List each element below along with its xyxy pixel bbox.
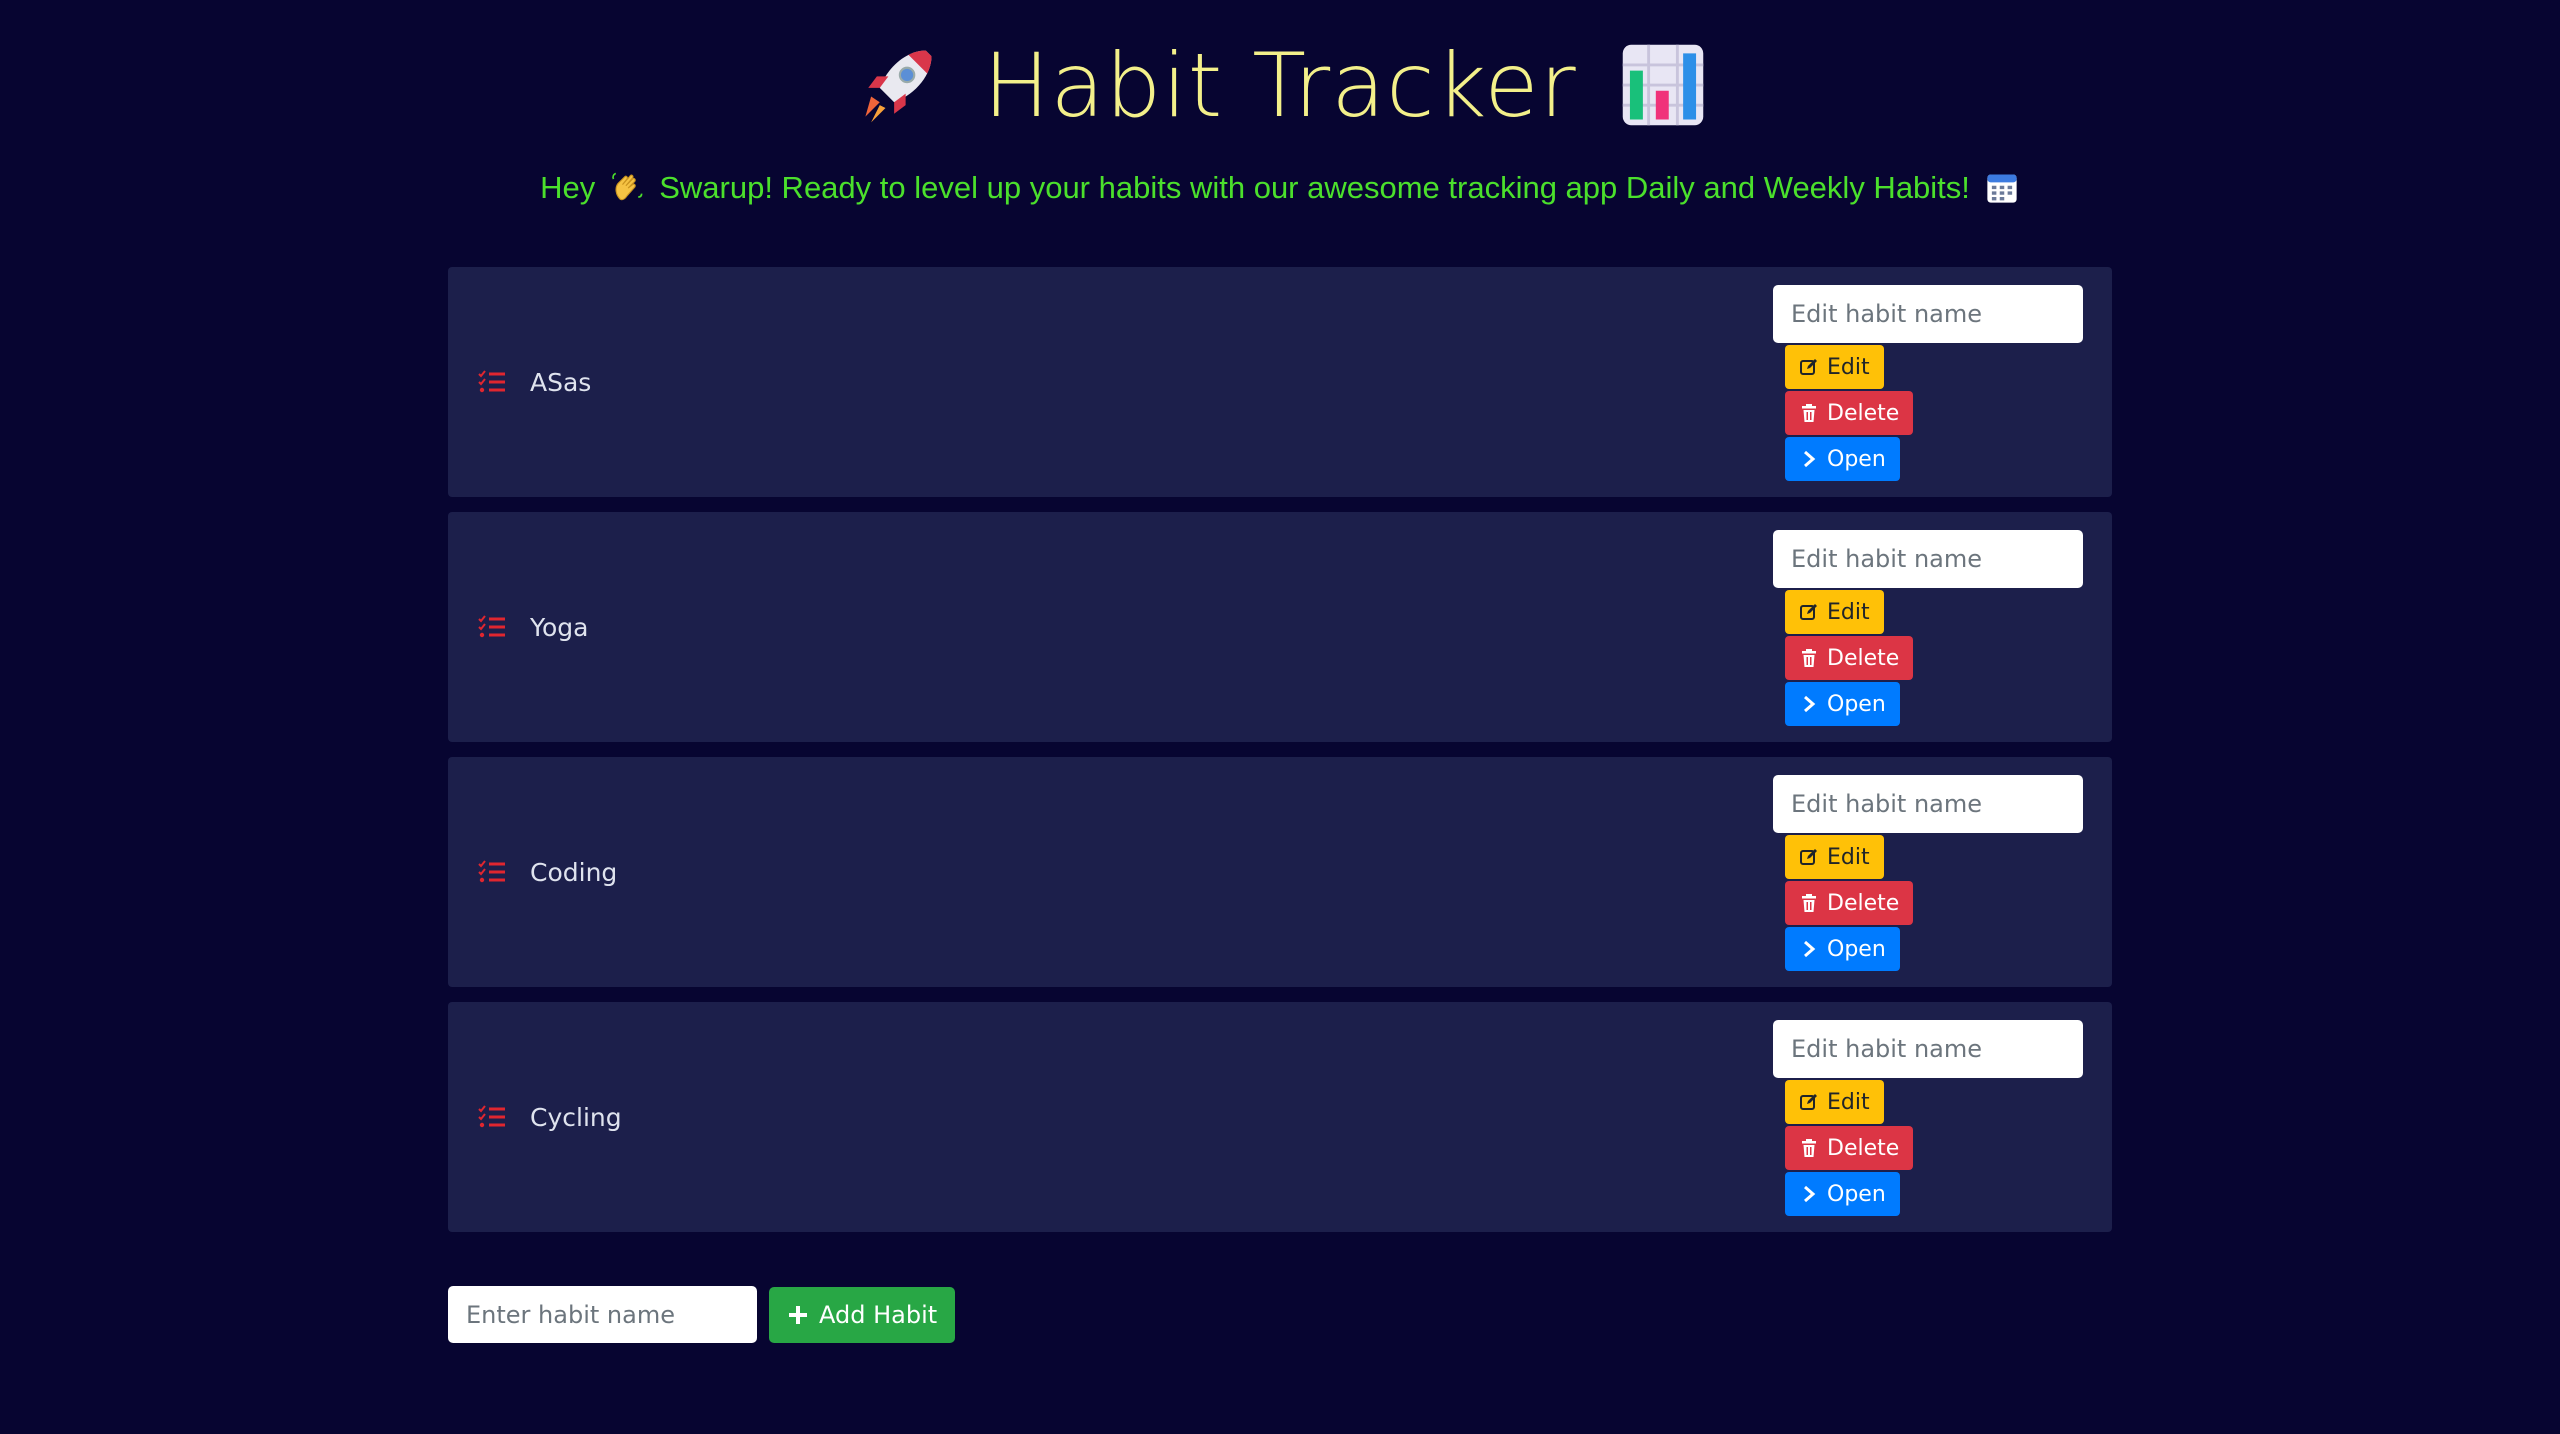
open-button-label: Open bbox=[1827, 936, 1886, 962]
habit-card: Yoga Edit Delete Open bbox=[448, 512, 2112, 742]
trash-icon bbox=[1802, 1139, 1816, 1157]
trash-icon bbox=[1802, 894, 1816, 912]
habit-action-buttons: Edit Delete Open bbox=[1785, 1080, 2083, 1216]
habit-actions: Edit Delete Open bbox=[1773, 775, 2083, 971]
habit-actions: Edit Delete Open bbox=[1773, 1020, 2083, 1216]
delete-button-label: Delete bbox=[1827, 400, 1900, 426]
edit-habit-input[interactable] bbox=[1773, 530, 2083, 588]
add-habit-form: Add Habit bbox=[448, 1286, 956, 1343]
edit-habit-input[interactable] bbox=[1773, 775, 2083, 833]
trash-icon bbox=[1802, 404, 1816, 422]
open-button[interactable]: Open bbox=[1785, 682, 1900, 726]
waving-hand-icon bbox=[612, 172, 643, 201]
habit-info: Yoga bbox=[478, 512, 588, 742]
delete-button[interactable]: Delete bbox=[1785, 391, 1914, 435]
delete-button-label: Delete bbox=[1827, 645, 1900, 671]
edit-icon bbox=[1800, 1094, 1817, 1110]
page-header: Habit Tracker bbox=[0, 30, 2560, 140]
habit-card: ASas Edit Delete Open bbox=[448, 267, 2112, 497]
habit-tracker-page: Habit Tracker Hey Swarup! Ready to level… bbox=[0, 0, 2560, 1434]
welcome-text-body: Swarup! Ready to level up your habits wi… bbox=[659, 170, 1970, 205]
habit-card: Coding Edit Delete Open bbox=[448, 757, 2112, 987]
list-check-icon bbox=[478, 860, 505, 883]
chevron-right-icon bbox=[1804, 1185, 1816, 1203]
habit-name: Yoga bbox=[530, 612, 589, 642]
bar-chart-icon bbox=[1622, 44, 1703, 126]
page-title: Habit Tracker bbox=[983, 33, 1577, 137]
edit-habit-input[interactable] bbox=[1773, 1020, 2083, 1078]
plus-icon bbox=[789, 1305, 807, 1324]
delete-button-label: Delete bbox=[1827, 890, 1900, 916]
edit-button-label: Edit bbox=[1827, 599, 1870, 625]
open-button-label: Open bbox=[1827, 1181, 1886, 1207]
habit-action-buttons: Edit Delete Open bbox=[1785, 345, 2083, 481]
delete-button[interactable]: Delete bbox=[1785, 636, 1914, 680]
habit-list: ASas Edit Delete Open bbox=[448, 267, 2112, 1232]
list-check-icon bbox=[478, 1105, 505, 1128]
habit-action-buttons: Edit Delete Open bbox=[1785, 590, 2083, 726]
habit-card: Cycling Edit Delete Open bbox=[448, 1002, 2112, 1232]
edit-button-label: Edit bbox=[1827, 1089, 1870, 1115]
edit-habit-input[interactable] bbox=[1773, 285, 2083, 343]
edit-button-label: Edit bbox=[1827, 354, 1870, 380]
add-habit-button[interactable]: Add Habit bbox=[769, 1286, 956, 1343]
open-button-label: Open bbox=[1827, 446, 1886, 472]
welcome-message: Hey Swarup! Ready to level up your habit… bbox=[0, 170, 2560, 206]
list-check-icon bbox=[478, 615, 505, 638]
chevron-right-icon bbox=[1804, 695, 1816, 713]
edit-button[interactable]: Edit bbox=[1785, 1080, 1884, 1124]
habit-actions: Edit Delete Open bbox=[1773, 530, 2083, 726]
edit-button[interactable]: Edit bbox=[1785, 590, 1884, 634]
edit-button[interactable]: Edit bbox=[1785, 835, 1884, 879]
open-button[interactable]: Open bbox=[1785, 437, 1900, 481]
edit-icon bbox=[1800, 604, 1817, 620]
habit-actions: Edit Delete Open bbox=[1773, 285, 2083, 481]
habit-name: ASas bbox=[530, 367, 592, 397]
edit-icon bbox=[1800, 359, 1817, 375]
delete-button-label: Delete bbox=[1827, 1135, 1900, 1161]
habit-info: Cycling bbox=[478, 1002, 622, 1232]
delete-button[interactable]: Delete bbox=[1785, 881, 1914, 925]
trash-icon bbox=[1802, 649, 1816, 667]
calendar-icon bbox=[1987, 174, 2017, 203]
add-habit-button-label: Add Habit bbox=[819, 1300, 938, 1329]
chevron-right-icon bbox=[1804, 450, 1816, 468]
edit-button[interactable]: Edit bbox=[1785, 345, 1884, 389]
welcome-text-greeting: Hey bbox=[540, 170, 596, 205]
delete-button[interactable]: Delete bbox=[1785, 1126, 1914, 1170]
open-button[interactable]: Open bbox=[1785, 1172, 1900, 1216]
habit-name: Coding bbox=[530, 857, 618, 887]
open-button-label: Open bbox=[1827, 691, 1886, 717]
edit-icon bbox=[1800, 849, 1817, 865]
list-check-icon bbox=[478, 370, 505, 393]
new-habit-input[interactable] bbox=[448, 1286, 757, 1343]
rocket-icon bbox=[865, 50, 932, 123]
open-button[interactable]: Open bbox=[1785, 927, 1900, 971]
habit-action-buttons: Edit Delete Open bbox=[1785, 835, 2083, 971]
chevron-right-icon bbox=[1804, 940, 1816, 958]
habit-info: Coding bbox=[478, 757, 617, 987]
habit-info: ASas bbox=[478, 267, 591, 497]
edit-button-label: Edit bbox=[1827, 844, 1870, 870]
habit-name: Cycling bbox=[530, 1102, 622, 1132]
